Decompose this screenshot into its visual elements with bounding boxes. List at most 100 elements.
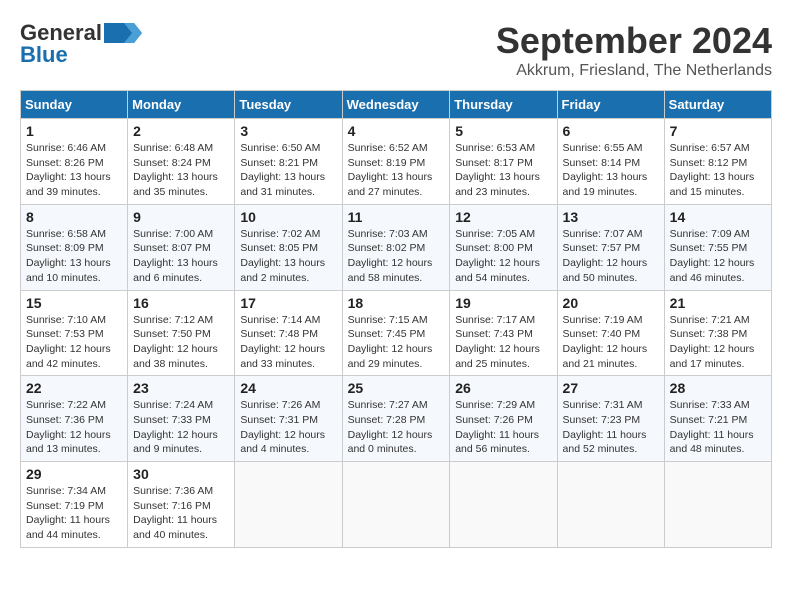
day-number: 19 bbox=[455, 295, 551, 311]
calendar-cell: 9 Sunrise: 7:00 AMSunset: 8:07 PMDayligh… bbox=[128, 204, 235, 290]
calendar-cell: 22 Sunrise: 7:22 AMSunset: 7:36 PMDaylig… bbox=[21, 376, 128, 462]
day-info: Sunrise: 7:27 AMSunset: 7:28 PMDaylight:… bbox=[348, 399, 433, 455]
calendar-cell: 15 Sunrise: 7:10 AMSunset: 7:53 PMDaylig… bbox=[21, 290, 128, 376]
calendar-cell: 30 Sunrise: 7:36 AMSunset: 7:16 PMDaylig… bbox=[128, 462, 235, 548]
weekday-header-tuesday: Tuesday bbox=[235, 91, 342, 119]
calendar-cell: 17 Sunrise: 7:14 AMSunset: 7:48 PMDaylig… bbox=[235, 290, 342, 376]
calendar-cell bbox=[235, 462, 342, 548]
day-number: 22 bbox=[26, 380, 122, 396]
calendar-cell bbox=[664, 462, 771, 548]
calendar-week-row: 15 Sunrise: 7:10 AMSunset: 7:53 PMDaylig… bbox=[21, 290, 772, 376]
day-number: 5 bbox=[455, 123, 551, 139]
day-info: Sunrise: 6:46 AMSunset: 8:26 PMDaylight:… bbox=[26, 142, 111, 198]
calendar-cell: 2 Sunrise: 6:48 AMSunset: 8:24 PMDayligh… bbox=[128, 119, 235, 205]
day-info: Sunrise: 7:05 AMSunset: 8:00 PMDaylight:… bbox=[455, 228, 540, 284]
day-number: 17 bbox=[240, 295, 336, 311]
calendar-cell: 18 Sunrise: 7:15 AMSunset: 7:45 PMDaylig… bbox=[342, 290, 450, 376]
calendar-week-row: 8 Sunrise: 6:58 AMSunset: 8:09 PMDayligh… bbox=[21, 204, 772, 290]
calendar-cell: 13 Sunrise: 7:07 AMSunset: 7:57 PMDaylig… bbox=[557, 204, 664, 290]
day-info: Sunrise: 7:15 AMSunset: 7:45 PMDaylight:… bbox=[348, 314, 433, 370]
day-info: Sunrise: 7:33 AMSunset: 7:21 PMDaylight:… bbox=[670, 399, 754, 455]
day-info: Sunrise: 7:17 AMSunset: 7:43 PMDaylight:… bbox=[455, 314, 540, 370]
calendar-cell: 21 Sunrise: 7:21 AMSunset: 7:38 PMDaylig… bbox=[664, 290, 771, 376]
day-info: Sunrise: 7:21 AMSunset: 7:38 PMDaylight:… bbox=[670, 314, 755, 370]
day-number: 2 bbox=[133, 123, 229, 139]
calendar-cell: 27 Sunrise: 7:31 AMSunset: 7:23 PMDaylig… bbox=[557, 376, 664, 462]
day-number: 24 bbox=[240, 380, 336, 396]
weekday-header-saturday: Saturday bbox=[664, 91, 771, 119]
day-info: Sunrise: 7:07 AMSunset: 7:57 PMDaylight:… bbox=[563, 228, 648, 284]
day-info: Sunrise: 6:50 AMSunset: 8:21 PMDaylight:… bbox=[240, 142, 325, 198]
day-number: 11 bbox=[348, 209, 445, 225]
day-number: 6 bbox=[563, 123, 659, 139]
day-info: Sunrise: 7:03 AMSunset: 8:02 PMDaylight:… bbox=[348, 228, 433, 284]
day-info: Sunrise: 7:02 AMSunset: 8:05 PMDaylight:… bbox=[240, 228, 325, 284]
day-info: Sunrise: 6:53 AMSunset: 8:17 PMDaylight:… bbox=[455, 142, 540, 198]
weekday-header-thursday: Thursday bbox=[450, 91, 557, 119]
day-info: Sunrise: 7:10 AMSunset: 7:53 PMDaylight:… bbox=[26, 314, 111, 370]
day-number: 27 bbox=[563, 380, 659, 396]
month-title: September 2024 bbox=[496, 20, 772, 62]
day-number: 3 bbox=[240, 123, 336, 139]
day-number: 29 bbox=[26, 466, 122, 482]
calendar-cell: 16 Sunrise: 7:12 AMSunset: 7:50 PMDaylig… bbox=[128, 290, 235, 376]
day-number: 14 bbox=[670, 209, 766, 225]
day-number: 1 bbox=[26, 123, 122, 139]
day-info: Sunrise: 7:22 AMSunset: 7:36 PMDaylight:… bbox=[26, 399, 111, 455]
page-header: General Blue September 2024 Akkrum, Frie… bbox=[20, 20, 772, 80]
day-number: 4 bbox=[348, 123, 445, 139]
weekday-header-wednesday: Wednesday bbox=[342, 91, 450, 119]
calendar-cell: 29 Sunrise: 7:34 AMSunset: 7:19 PMDaylig… bbox=[21, 462, 128, 548]
day-info: Sunrise: 7:14 AMSunset: 7:48 PMDaylight:… bbox=[240, 314, 325, 370]
day-info: Sunrise: 7:24 AMSunset: 7:33 PMDaylight:… bbox=[133, 399, 218, 455]
day-info: Sunrise: 7:34 AMSunset: 7:19 PMDaylight:… bbox=[26, 485, 110, 541]
title-section: September 2024 Akkrum, Friesland, The Ne… bbox=[496, 20, 772, 80]
calendar-week-row: 22 Sunrise: 7:22 AMSunset: 7:36 PMDaylig… bbox=[21, 376, 772, 462]
calendar-cell: 7 Sunrise: 6:57 AMSunset: 8:12 PMDayligh… bbox=[664, 119, 771, 205]
day-info: Sunrise: 7:19 AMSunset: 7:40 PMDaylight:… bbox=[563, 314, 648, 370]
calendar-cell: 4 Sunrise: 6:52 AMSunset: 8:19 PMDayligh… bbox=[342, 119, 450, 205]
day-info: Sunrise: 7:00 AMSunset: 8:07 PMDaylight:… bbox=[133, 228, 218, 284]
weekday-header-row: SundayMondayTuesdayWednesdayThursdayFrid… bbox=[21, 91, 772, 119]
calendar-cell: 24 Sunrise: 7:26 AMSunset: 7:31 PMDaylig… bbox=[235, 376, 342, 462]
day-info: Sunrise: 7:09 AMSunset: 7:55 PMDaylight:… bbox=[670, 228, 755, 284]
calendar-cell: 6 Sunrise: 6:55 AMSunset: 8:14 PMDayligh… bbox=[557, 119, 664, 205]
logo: General Blue bbox=[20, 20, 142, 68]
calendar-cell: 1 Sunrise: 6:46 AMSunset: 8:26 PMDayligh… bbox=[21, 119, 128, 205]
day-number: 13 bbox=[563, 209, 659, 225]
weekday-header-monday: Monday bbox=[128, 91, 235, 119]
calendar-cell: 26 Sunrise: 7:29 AMSunset: 7:26 PMDaylig… bbox=[450, 376, 557, 462]
calendar-cell bbox=[450, 462, 557, 548]
calendar-week-row: 29 Sunrise: 7:34 AMSunset: 7:19 PMDaylig… bbox=[21, 462, 772, 548]
day-number: 16 bbox=[133, 295, 229, 311]
day-number: 15 bbox=[26, 295, 122, 311]
day-info: Sunrise: 6:52 AMSunset: 8:19 PMDaylight:… bbox=[348, 142, 433, 198]
day-info: Sunrise: 6:55 AMSunset: 8:14 PMDaylight:… bbox=[563, 142, 648, 198]
logo-icon bbox=[104, 23, 142, 43]
calendar-cell bbox=[342, 462, 450, 548]
day-number: 12 bbox=[455, 209, 551, 225]
day-number: 21 bbox=[670, 295, 766, 311]
day-number: 30 bbox=[133, 466, 229, 482]
calendar-cell: 11 Sunrise: 7:03 AMSunset: 8:02 PMDaylig… bbox=[342, 204, 450, 290]
calendar-cell: 28 Sunrise: 7:33 AMSunset: 7:21 PMDaylig… bbox=[664, 376, 771, 462]
calendar-cell: 14 Sunrise: 7:09 AMSunset: 7:55 PMDaylig… bbox=[664, 204, 771, 290]
calendar-cell: 8 Sunrise: 6:58 AMSunset: 8:09 PMDayligh… bbox=[21, 204, 128, 290]
logo-blue: Blue bbox=[20, 42, 68, 68]
weekday-header-sunday: Sunday bbox=[21, 91, 128, 119]
day-info: Sunrise: 7:29 AMSunset: 7:26 PMDaylight:… bbox=[455, 399, 539, 455]
calendar-cell: 10 Sunrise: 7:02 AMSunset: 8:05 PMDaylig… bbox=[235, 204, 342, 290]
calendar-cell bbox=[557, 462, 664, 548]
calendar-cell: 23 Sunrise: 7:24 AMSunset: 7:33 PMDaylig… bbox=[128, 376, 235, 462]
day-info: Sunrise: 6:48 AMSunset: 8:24 PMDaylight:… bbox=[133, 142, 218, 198]
day-number: 25 bbox=[348, 380, 445, 396]
day-number: 20 bbox=[563, 295, 659, 311]
day-info: Sunrise: 6:57 AMSunset: 8:12 PMDaylight:… bbox=[670, 142, 755, 198]
day-info: Sunrise: 7:36 AMSunset: 7:16 PMDaylight:… bbox=[133, 485, 217, 541]
day-info: Sunrise: 7:31 AMSunset: 7:23 PMDaylight:… bbox=[563, 399, 647, 455]
calendar-table: SundayMondayTuesdayWednesdayThursdayFrid… bbox=[20, 90, 772, 548]
calendar-week-row: 1 Sunrise: 6:46 AMSunset: 8:26 PMDayligh… bbox=[21, 119, 772, 205]
calendar-cell: 12 Sunrise: 7:05 AMSunset: 8:00 PMDaylig… bbox=[450, 204, 557, 290]
day-info: Sunrise: 6:58 AMSunset: 8:09 PMDaylight:… bbox=[26, 228, 111, 284]
day-number: 26 bbox=[455, 380, 551, 396]
